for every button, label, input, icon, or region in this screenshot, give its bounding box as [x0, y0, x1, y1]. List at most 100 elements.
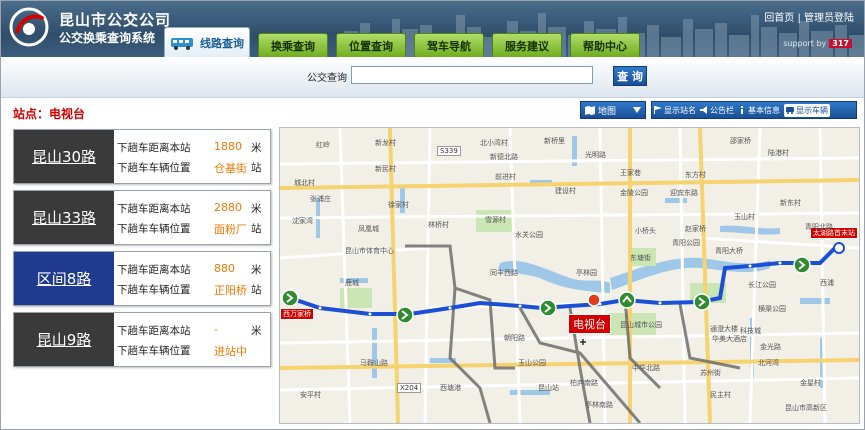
route-name-link[interactable]: 昆山33路 — [14, 191, 114, 244]
map-label: 建设村 — [555, 187, 576, 195]
position-label: 下趟车车辆位置 — [117, 162, 191, 174]
distance-label: 下趟车距离本站 — [117, 264, 191, 276]
chevron-down-icon — [633, 107, 641, 113]
show-vehicles-button[interactable]: 显示车辆 — [784, 103, 830, 117]
search-button[interactable]: 查 询 — [613, 66, 647, 86]
map-label: 张浦庄 — [310, 195, 331, 203]
position-value: 仓基街 — [214, 162, 247, 175]
distance-label: 下趟车距离本站 — [117, 203, 191, 215]
map-label: 长江公园 — [748, 281, 776, 289]
map-label: 新桥里 — [544, 137, 565, 145]
map-label: 鹿城 — [345, 279, 359, 287]
distance-value: 880 — [214, 262, 235, 275]
route-name-link[interactable]: 区间8路 — [14, 252, 114, 305]
home-link[interactable]: 回首页 — [764, 13, 794, 24]
map-label: 水关公园 — [515, 231, 543, 239]
position-label: 下趟车车辆位置 — [117, 345, 191, 357]
map-label: 新民村 — [375, 165, 396, 173]
map-label: 中华北路 — [632, 364, 660, 372]
toolbar-label: 显示车辆 — [796, 105, 828, 115]
map-label: 迎宾东路 — [670, 189, 698, 197]
map-label: 陆港村 — [768, 149, 789, 157]
map-label: 雪源村 — [485, 216, 506, 224]
map-label: 沈家湾 — [292, 217, 313, 225]
route-card: 昆山9路 下趟车距离本站 - 米 下趟车车辆位置 进站中 — [13, 312, 271, 367]
map-label: 昆山市体育中心 — [345, 247, 394, 255]
map-label: 金星村 — [800, 379, 821, 387]
megaphone-icon — [700, 106, 707, 114]
map-label: 昆山站 — [538, 384, 559, 392]
route-map[interactable]: S339 X204 西万家桥 太湖路首末站 电视台 红岭 新龙村 北小湾村 新桥… — [279, 127, 860, 424]
map-label: 城北村 — [294, 179, 315, 187]
distance-value: 2880 — [214, 201, 242, 214]
admin-login-link[interactable]: 管理员登陆 — [804, 13, 854, 24]
map-label: 苏州街 — [700, 369, 721, 377]
distance-unit: 米 — [251, 325, 262, 337]
show-station-names-button[interactable]: 显示站名 — [654, 105, 696, 116]
map-label: 通澄大楼 — [710, 325, 738, 333]
distance-value: - — [214, 323, 218, 336]
toolbar-label: 基本信息 — [748, 105, 780, 115]
tab-label: 位置查询 — [349, 39, 393, 53]
route-name-link[interactable]: 昆山30路 — [14, 130, 114, 183]
bus-icon — [786, 107, 794, 114]
tab-route-query[interactable]: 线路查询 — [164, 27, 250, 57]
map-label: 徐家村 — [388, 201, 409, 209]
position-value: 正阳桥 — [214, 284, 247, 297]
flag-icon — [654, 106, 662, 114]
map-label: 横渠公园 — [758, 305, 786, 313]
map-label: 前进村 — [495, 173, 516, 181]
station-title: 站点：电视台 — [13, 107, 86, 121]
toolbar-label: 显示站名 — [664, 105, 696, 115]
basic-info-button[interactable]: 基本信息 — [738, 105, 780, 116]
app-window: 昆山市公交公司 公交换乘查询系统 回首页 | 管理员登陆 support by 3… — [0, 0, 865, 430]
map-label: 青阳公园 — [672, 239, 700, 247]
map-label: 新龙村 — [375, 139, 396, 147]
map-label: 西浦 — [820, 279, 834, 287]
terminal-tag: 西万家桥 — [280, 308, 314, 320]
map-label: 王家巷 — [620, 169, 641, 177]
map-label: 赵家桥 — [685, 225, 706, 233]
map-label: 玉山公园 — [518, 359, 546, 367]
map-label: 马鞍山路 — [360, 359, 388, 367]
route-card: 昆山30路 下趟车距离本站 1880 米 下趟车车辆位置 仓基街 站 — [13, 129, 271, 184]
map-label: 红岭 — [316, 141, 330, 149]
route-name-link[interactable]: 昆山9路 — [14, 313, 114, 366]
map-label: 金光路 — [760, 343, 781, 351]
distance-label: 下趟车距离本站 — [117, 142, 191, 154]
distance-value: 1880 — [214, 140, 242, 153]
map-label: 朝阳路 — [504, 334, 525, 342]
search-label: 公交查询 — [307, 73, 347, 84]
map-label: 科技城 — [740, 327, 761, 335]
route-card: 昆山33路 下趟车距离本站 2880 米 下趟车车辆位置 面粉厂 站 — [13, 190, 271, 245]
tab-driving-navigation[interactable]: 驾车导航 — [414, 33, 484, 57]
tab-label: 换乘查询 — [271, 39, 315, 53]
info-icon — [741, 106, 743, 114]
road-shield: S339 — [437, 146, 461, 156]
tab-help-center[interactable]: 帮助中心 — [570, 33, 640, 57]
tab-location-query[interactable]: 位置查询 — [336, 33, 406, 57]
support-badge[interactable]: 317 — [829, 39, 852, 48]
support-label: support by — [783, 39, 827, 48]
support-credit: support by 317 — [783, 39, 852, 48]
map-label: 玉山村 — [734, 213, 755, 221]
tab-transfer-query[interactable]: 换乘查询 — [258, 33, 328, 57]
tab-service-suggestion[interactable]: 服务建议 — [492, 33, 562, 57]
position-value: 面粉厂 — [214, 223, 247, 236]
position-label: 下趟车车辆位置 — [117, 223, 191, 235]
route-card-selected: 区间8路 下趟车距离本站 880 米 下趟车车辆位置 正阳桥 站 — [13, 251, 271, 306]
map-type-dropdown[interactable]: 地图 — [580, 101, 646, 119]
map-label: 北河湾 — [758, 359, 779, 367]
map-label: 青阳大桥 — [715, 247, 743, 255]
distance-label: 下趟车距离本站 — [117, 325, 191, 337]
road-shield: X204 — [397, 383, 422, 393]
tab-label: 服务建议 — [505, 39, 549, 53]
map-label: 新德北路 — [490, 153, 518, 161]
map-label: 林桥村 — [428, 221, 449, 229]
bulletin-button[interactable]: 公告栏 — [700, 105, 734, 116]
map-label: 青阳北路 — [805, 223, 833, 231]
toolbar-label: 公告栏 — [710, 105, 734, 115]
search-input[interactable] — [351, 66, 593, 84]
tab-label: 驾车导航 — [427, 39, 471, 53]
map-label: 安平村 — [300, 391, 321, 399]
